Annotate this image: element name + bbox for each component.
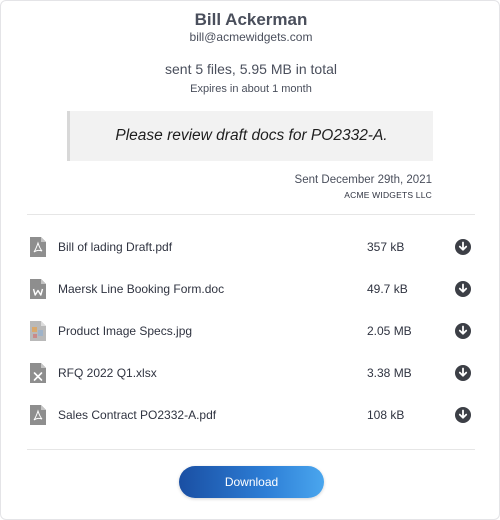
download-icon[interactable] xyxy=(455,407,471,423)
sender-email: bill@acmewidgets.com xyxy=(189,30,313,44)
download-icon[interactable] xyxy=(455,239,471,255)
divider xyxy=(27,449,475,450)
download-icon[interactable] xyxy=(455,365,471,381)
message-box: Please review draft docs for PO2332-A. xyxy=(67,111,433,161)
expiry-notice: Expires in about 1 month xyxy=(190,83,312,95)
file-name: Sales Contract PO2332-A.pdf xyxy=(58,408,217,422)
file-row: Product Image Specs.jpg 2.05 MB xyxy=(1,311,500,353)
file-name: Maersk Line Booking Form.doc xyxy=(58,282,225,296)
excel-file-icon xyxy=(30,363,46,383)
file-size: 3.38 MB xyxy=(367,366,412,380)
divider xyxy=(27,214,475,215)
file-row: RFQ 2022 Q1.xlsx 3.38 MB xyxy=(1,353,500,395)
transfer-summary: sent 5 files, 5.95 MB in total xyxy=(165,61,337,77)
file-name: RFQ 2022 Q1.xlsx xyxy=(58,366,157,380)
file-size: 49.7 kB xyxy=(367,282,408,296)
image-file-icon xyxy=(30,321,46,341)
pdf-file-icon xyxy=(30,405,46,425)
pdf-file-icon xyxy=(30,237,46,257)
file-name: Bill of lading Draft.pdf xyxy=(58,240,173,254)
file-list: Bill of lading Draft.pdf 357 kB Maersk L… xyxy=(1,227,500,437)
file-name: Product Image Specs.jpg xyxy=(58,324,193,338)
message-text: Please review draft docs for PO2332-A. xyxy=(115,127,388,144)
company-name: ACME WIDGETS LLC xyxy=(344,190,432,200)
file-size: 2.05 MB xyxy=(367,324,412,338)
file-size: 108 kB xyxy=(367,408,405,422)
download-button[interactable]: Download xyxy=(179,466,324,498)
file-row: Bill of lading Draft.pdf 357 kB xyxy=(1,227,500,269)
word-file-icon xyxy=(30,279,46,299)
file-row: Sales Contract PO2332-A.pdf 108 kB xyxy=(1,395,500,437)
file-size: 357 kB xyxy=(367,240,405,254)
download-icon[interactable] xyxy=(455,323,471,339)
download-icon[interactable] xyxy=(455,281,471,297)
file-row: Maersk Line Booking Form.doc 49.7 kB xyxy=(1,269,500,311)
sent-date: Sent December 29th, 2021 xyxy=(294,174,432,186)
sender-name: Bill Ackerman xyxy=(194,10,308,29)
transfer-card: Bill Ackerman bill@acmewidgets.com sent … xyxy=(0,0,500,520)
